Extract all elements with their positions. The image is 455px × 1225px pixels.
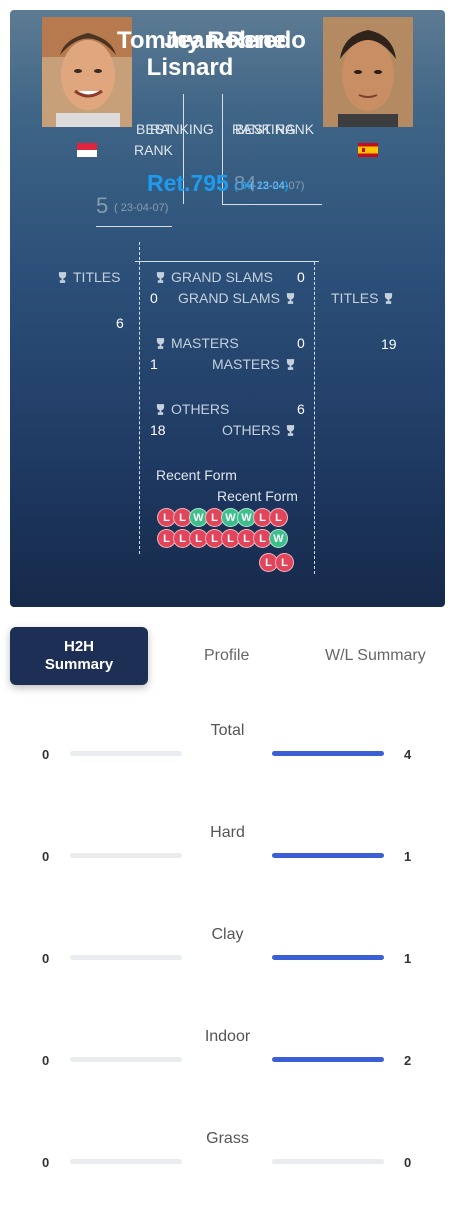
summary-right-count: 2: [404, 1053, 412, 1068]
summary-right-count: 4: [404, 747, 412, 762]
left-ranking-value: Ret.795: [147, 170, 229, 196]
rank-underline-left: [96, 226, 172, 227]
titles-label-text: TITLES: [73, 269, 121, 285]
tab-bar: H2H Summary Profile W/L Summary: [0, 627, 455, 685]
summary-right-bar: [272, 1057, 384, 1062]
trophy-icon: [385, 293, 393, 304]
summary-right-count: 1: [404, 849, 412, 864]
left-best-rank-date: ( 23-04-07): [114, 202, 169, 214]
right-best-rank-label: BEST RANK: [235, 121, 315, 137]
summary-right-bar-fill: [272, 955, 384, 960]
summary-right-count: 0: [404, 1155, 412, 1170]
flag-spain-icon: [358, 143, 378, 157]
right-best-rank-date: ( 23-04-07): [250, 180, 305, 192]
summary-left-count: 0: [42, 951, 50, 966]
summary-row-indoor: Indoor 0 2: [0, 1028, 455, 1088]
left-titles-label: TITLES: [58, 269, 120, 285]
summary-right-bar-fill: [272, 853, 384, 858]
trophy-icon: [156, 404, 165, 415]
masters-text: MASTERS: [171, 335, 239, 351]
summary-right-bar: [272, 1159, 384, 1164]
right-masters-value: 0: [297, 335, 305, 351]
summary-left-count: 0: [42, 1053, 50, 1068]
masters-label-top: MASTERS: [156, 335, 239, 351]
form-loss-badge[interactable]: L: [269, 508, 288, 527]
player-right-portrait: [323, 17, 413, 127]
others-text: OTHERS: [171, 401, 230, 417]
left-masters-value: 1: [150, 356, 158, 372]
trophy-icon: [156, 338, 165, 349]
summary-left-bar: [70, 853, 182, 858]
grand-slams-text: GRAND SLAMS: [178, 290, 280, 306]
others-label-top: OTHERS: [156, 401, 229, 417]
flag-monaco-icon: [77, 143, 97, 157]
right-titles-total: 19: [381, 336, 397, 352]
titles-label-text: TITLES: [331, 290, 379, 306]
rank-underline-right: [222, 204, 322, 205]
player-header: Tommy Robredo Jean-Rene Lisnard BEST RAN…: [10, 10, 445, 607]
trophy-icon: [58, 272, 67, 283]
player-right-name-line1[interactable]: Jean-Rene: [125, 27, 325, 54]
left-best-rank-value: 5: [96, 193, 109, 218]
masters-text: MASTERS: [212, 356, 280, 372]
form-row-right-2: LL: [259, 553, 319, 575]
summary-row-clay: Clay 0 1: [0, 926, 455, 986]
recent-form-label-top: Recent Form: [156, 467, 237, 483]
grand-slams-text: GRAND SLAMS: [171, 269, 273, 285]
tab-h2h-summary[interactable]: H2H Summary: [10, 627, 148, 685]
summary-row-total: Total 0 4: [0, 722, 455, 782]
tab-h2h-line2: Summary: [44, 656, 114, 673]
summary-right-bar: [272, 751, 384, 756]
summary-left-bar: [70, 751, 182, 756]
masters-label-bottom: MASTERS: [212, 356, 295, 372]
stats-divider-right: [314, 262, 315, 574]
form-win-badge[interactable]: W: [269, 529, 288, 548]
summary-left-bar: [70, 1057, 182, 1062]
trophy-icon: [287, 425, 295, 436]
tab-profile[interactable]: Profile: [204, 647, 249, 665]
summary-left-count: 0: [42, 1155, 50, 1170]
summary-row-grass: Grass 0 0: [0, 1130, 455, 1190]
left-grand-slams-value: 0: [150, 290, 158, 306]
form-row-left: LLWLWWLL: [157, 508, 307, 530]
left-titles-total: 6: [116, 315, 124, 331]
summary-left-count: 0: [42, 849, 50, 864]
form-row-right-1: LLLLLLLW: [157, 529, 327, 551]
stats-divider-left: [139, 242, 140, 554]
stats-top-line: [135, 261, 319, 262]
trophy-icon: [156, 272, 165, 283]
grand-slams-label-bottom: GRAND SLAMS: [178, 290, 295, 306]
form-loss-badge[interactable]: L: [275, 553, 294, 572]
summary-right-bar: [272, 955, 384, 960]
summary-row-hard: Hard 0 1: [0, 824, 455, 884]
summary-right-bar: [272, 853, 384, 858]
tab-wl-summary[interactable]: W/L Summary: [325, 647, 426, 665]
right-grand-slams-value: 0: [297, 269, 305, 285]
summary-right-bar-fill: [272, 751, 384, 756]
others-label-bottom: OTHERS: [222, 422, 295, 438]
recent-form-label-bottom: Recent Form: [217, 488, 298, 504]
others-text: OTHERS: [222, 422, 281, 438]
summary-right-bar-fill: [272, 1057, 384, 1062]
summary-right-count: 1: [404, 951, 412, 966]
summary-surface-label: Indoor: [204, 1028, 251, 1045]
summary-surface-label: Total: [210, 722, 245, 739]
player-right-photo[interactable]: [323, 17, 413, 127]
left-rank-label: RANK: [134, 142, 173, 158]
left-others-value: 18: [150, 422, 166, 438]
summary-left-bar: [70, 1159, 182, 1164]
right-others-value: 6: [297, 401, 305, 417]
trophy-icon: [286, 293, 295, 304]
summary-left-bar: [70, 955, 182, 960]
player-right-name-line2[interactable]: Lisnard: [125, 54, 255, 81]
summary-left-count: 0: [42, 747, 50, 762]
right-titles-label: TITLES: [331, 290, 393, 306]
summary-surface-label: Hard: [210, 824, 245, 841]
summary-surface-label: Clay: [211, 926, 244, 943]
tab-h2h-line1: H2H: [63, 638, 94, 655]
trophy-icon: [286, 359, 294, 370]
grand-slams-label-top: GRAND SLAMS: [156, 269, 273, 285]
summary-surface-label: Grass: [206, 1130, 249, 1147]
left-ranking-label: RANKING: [150, 121, 214, 137]
